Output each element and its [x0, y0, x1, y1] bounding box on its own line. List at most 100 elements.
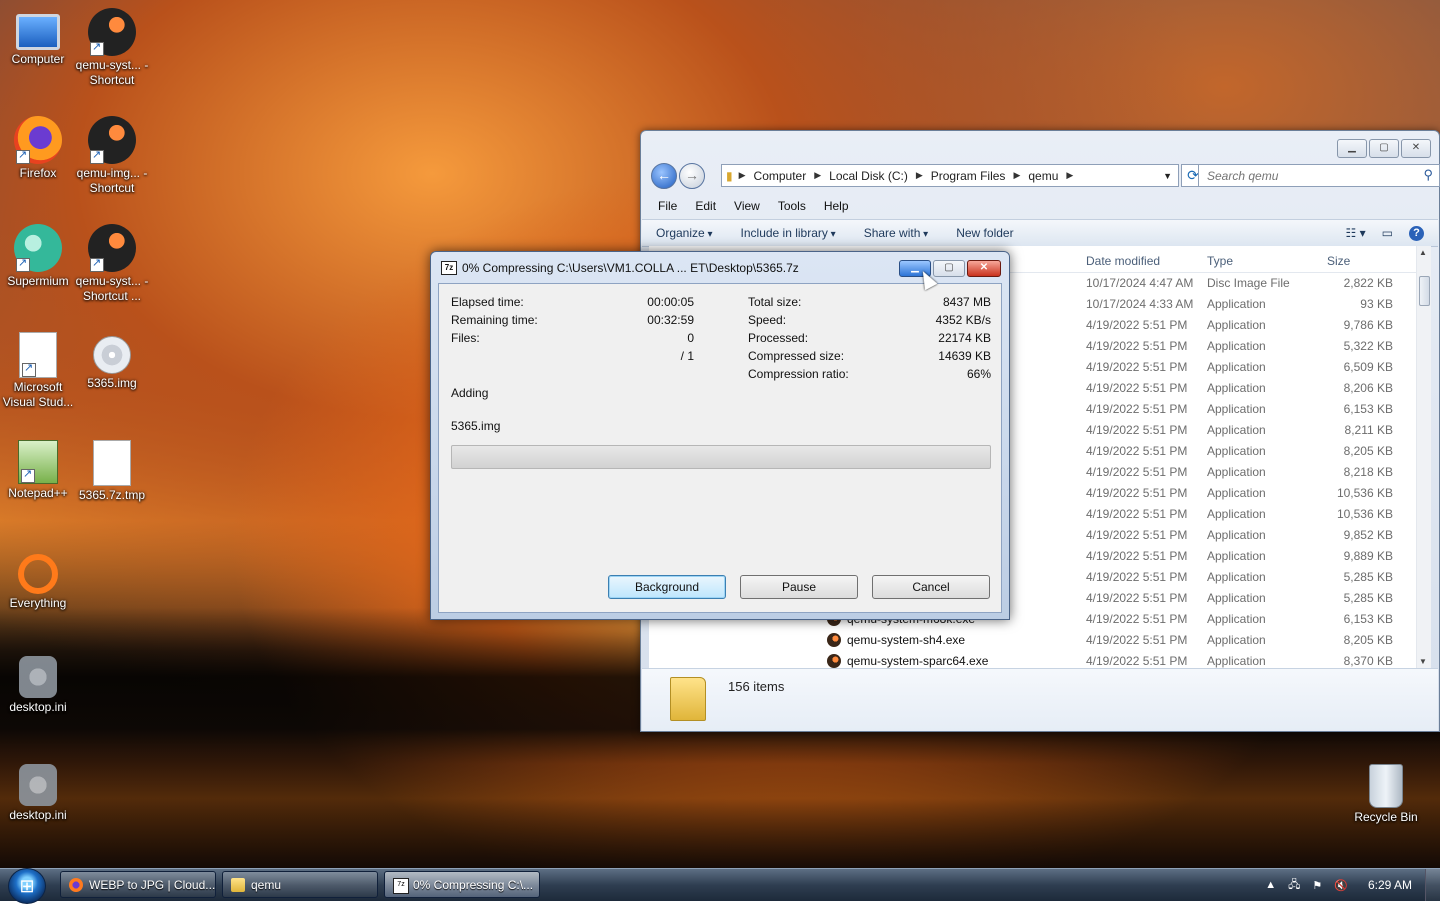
desktop-icon-firefox[interactable]: Firefox — [0, 110, 76, 181]
taskbar-item-label: 0% Compressing C:\... — [413, 878, 534, 892]
vertical-scrollbar[interactable]: ▲ ▼ — [1416, 246, 1431, 668]
desktop-icon-5365-7z-tmp[interactable]: 5365.7z.tmp — [74, 434, 150, 503]
menu-file[interactable]: File — [649, 197, 686, 215]
menu-tools[interactable]: Tools — [769, 197, 815, 215]
files-value: 0 — [687, 331, 694, 345]
desktop-icon-visual-studio[interactable]: Microsoft Visual Stud... — [0, 326, 76, 410]
file-size: 2,822 KB — [1343, 276, 1393, 290]
menu-edit[interactable]: Edit — [686, 197, 725, 215]
file-size: 10,536 KB — [1336, 486, 1393, 500]
show-desktop-button[interactable] — [1425, 869, 1440, 901]
clock[interactable]: 6:29 AM — [1368, 878, 1412, 892]
search-box[interactable]: ⚲ — [1198, 164, 1440, 187]
file-size: 5,285 KB — [1343, 570, 1393, 584]
breadcrumb-program-files[interactable]: Program Files — [931, 169, 1006, 183]
share-with-button[interactable]: Share with — [850, 226, 943, 240]
desktop-icon-recycle-bin[interactable]: Recycle Bin — [1348, 758, 1424, 825]
file-size: 8,205 KB — [1343, 633, 1393, 647]
pause-button[interactable]: Pause — [740, 575, 858, 599]
desktop-icon-notepad-plus-plus[interactable]: Notepad++ — [0, 434, 76, 501]
file-date-modified: 4/19/2022 5:51 PM — [1086, 549, 1188, 563]
speed-value: 4352 KB/s — [935, 313, 991, 327]
file-type: Application — [1207, 465, 1266, 479]
file-date-modified: 4/19/2022 5:51 PM — [1086, 507, 1188, 521]
file-type: Application — [1207, 612, 1266, 626]
file-date-modified: 4/19/2022 5:51 PM — [1086, 444, 1188, 458]
menu-help[interactable]: Help — [815, 197, 858, 215]
address-bar[interactable]: ▮ ▶ Computer ▶ Local Disk (C:) ▶ Program… — [721, 164, 1179, 187]
view-options-icon[interactable]: ☷ ▾ — [1346, 226, 1366, 240]
maximize-button[interactable]: ▢ — [933, 260, 965, 277]
start-button[interactable]: ⊞ — [8, 868, 46, 904]
file-type: Disc Image File — [1207, 276, 1290, 290]
column-size[interactable]: Size — [1327, 254, 1350, 268]
command-bar: Organize Include in library Share with N… — [642, 219, 1438, 247]
minimize-button[interactable]: ▁ — [1337, 139, 1367, 158]
desktop-icon-label: Microsoft Visual Stud... — [2, 380, 74, 409]
desktop-icon-supermium[interactable]: Supermium — [0, 218, 76, 289]
volume-muted-icon[interactable]: 🔇 — [1334, 879, 1348, 892]
desktop-icon-qemu-system-shortcut-2[interactable]: qemu-syst... - Shortcut ... — [74, 218, 150, 304]
close-button[interactable]: ✕ — [967, 260, 1001, 277]
file-size: 5,285 KB — [1343, 591, 1393, 605]
taskbar-item-explorer[interactable]: qemu — [222, 871, 378, 898]
remaining-time-value: 00:32:59 — [647, 313, 694, 327]
scroll-down-icon[interactable]: ▼ — [1419, 657, 1427, 666]
close-button[interactable]: ✕ — [1401, 139, 1431, 158]
column-type[interactable]: Type — [1207, 254, 1233, 268]
shortcut-arrow-icon — [90, 40, 104, 56]
search-icon[interactable]: ⚲ — [1423, 167, 1433, 183]
preview-pane-icon[interactable]: ▭ — [1382, 226, 1393, 240]
total-size-label: Total size: — [748, 295, 802, 309]
address-dropdown-icon[interactable]: ▼ — [1163, 171, 1172, 181]
file-size: 9,852 KB — [1343, 528, 1393, 542]
column-date-modified[interactable]: Date modified — [1086, 254, 1160, 268]
show-hidden-icons-icon[interactable]: ▲ — [1265, 879, 1276, 891]
include-in-library-button[interactable]: Include in library — [727, 226, 850, 240]
file-date-modified: 10/17/2024 4:47 AM — [1086, 276, 1194, 290]
file-date-modified: 4/19/2022 5:51 PM — [1086, 570, 1188, 584]
file-size: 6,153 KB — [1343, 612, 1393, 626]
back-button[interactable]: ← — [651, 163, 677, 189]
scrollbar-thumb[interactable] — [1419, 276, 1430, 306]
background-button[interactable]: Background — [608, 575, 726, 599]
file-icon — [93, 440, 131, 486]
new-folder-button[interactable]: New folder — [942, 226, 1027, 240]
breadcrumb-qemu[interactable]: qemu — [1028, 169, 1058, 183]
desktop-icon-5365-img[interactable]: 5365.img — [74, 326, 150, 391]
search-input[interactable] — [1205, 168, 1409, 184]
file-date-modified: 4/19/2022 5:51 PM — [1086, 465, 1188, 479]
scroll-up-icon[interactable]: ▲ — [1419, 248, 1427, 257]
desktop-icon-computer[interactable]: Computer — [0, 2, 76, 67]
desktop-icon-desktop-ini[interactable]: desktop.ini — [0, 650, 76, 715]
forward-button[interactable]: → — [679, 163, 705, 189]
desktop-icon-everything[interactable]: Everything — [0, 542, 76, 611]
dialog-title-bar: 7z 0% Compressing C:\Users\VM1.COLLA ...… — [441, 261, 799, 275]
breadcrumb-computer[interactable]: Computer — [754, 169, 807, 183]
desktop-icon-desktop-ini-2[interactable]: desktop.ini — [0, 758, 76, 823]
table-row[interactable]: qemu-system-sh4.exe 4/19/2022 5:51 PM Appl… — [649, 630, 1419, 651]
speed-label: Speed: — [748, 313, 787, 327]
help-icon[interactable]: ? — [1409, 225, 1424, 241]
progress-bar — [451, 445, 991, 469]
taskbar-item-7zip[interactable]: 7z 0% Compressing C:\... — [384, 871, 540, 898]
breadcrumb-separator-icon: ▶ — [814, 170, 822, 180]
explorer-navigation-bar: ← → ▮ ▶ Computer ▶ Local Disk (C:) ▶ Pro… — [649, 163, 1440, 189]
organize-button[interactable]: Organize — [642, 226, 727, 240]
maximize-button[interactable]: ▢ — [1369, 139, 1399, 158]
action-center-flag-icon[interactable]: ⚑ — [1312, 879, 1322, 892]
network-icon[interactable]: 🖧 — [1288, 876, 1300, 895]
cancel-button[interactable]: Cancel — [872, 575, 990, 599]
breadcrumb-local-disk[interactable]: Local Disk (C:) — [829, 169, 908, 183]
table-row[interactable]: qemu-system-sparc64.exe 4/19/2022 5:51 PM… — [649, 651, 1419, 668]
firefox-icon — [69, 878, 83, 892]
taskbar-item-firefox[interactable]: WEBP to JPG | Cloud... — [60, 871, 216, 898]
desktop-icon-qemu-system-shortcut[interactable]: qemu-syst... - Shortcut — [74, 2, 150, 88]
menu-view[interactable]: View — [725, 197, 769, 215]
desktop-icon-qemu-img-shortcut[interactable]: qemu-img... - Shortcut — [74, 110, 150, 196]
item-count: 156 items — [728, 679, 785, 694]
file-type: Application — [1207, 423, 1266, 437]
file-type: Application — [1207, 381, 1266, 395]
file-type: Application — [1207, 486, 1266, 500]
system-tray: ▲ 🖧 ⚑ 🔇 6:29 AM — [1265, 869, 1440, 901]
